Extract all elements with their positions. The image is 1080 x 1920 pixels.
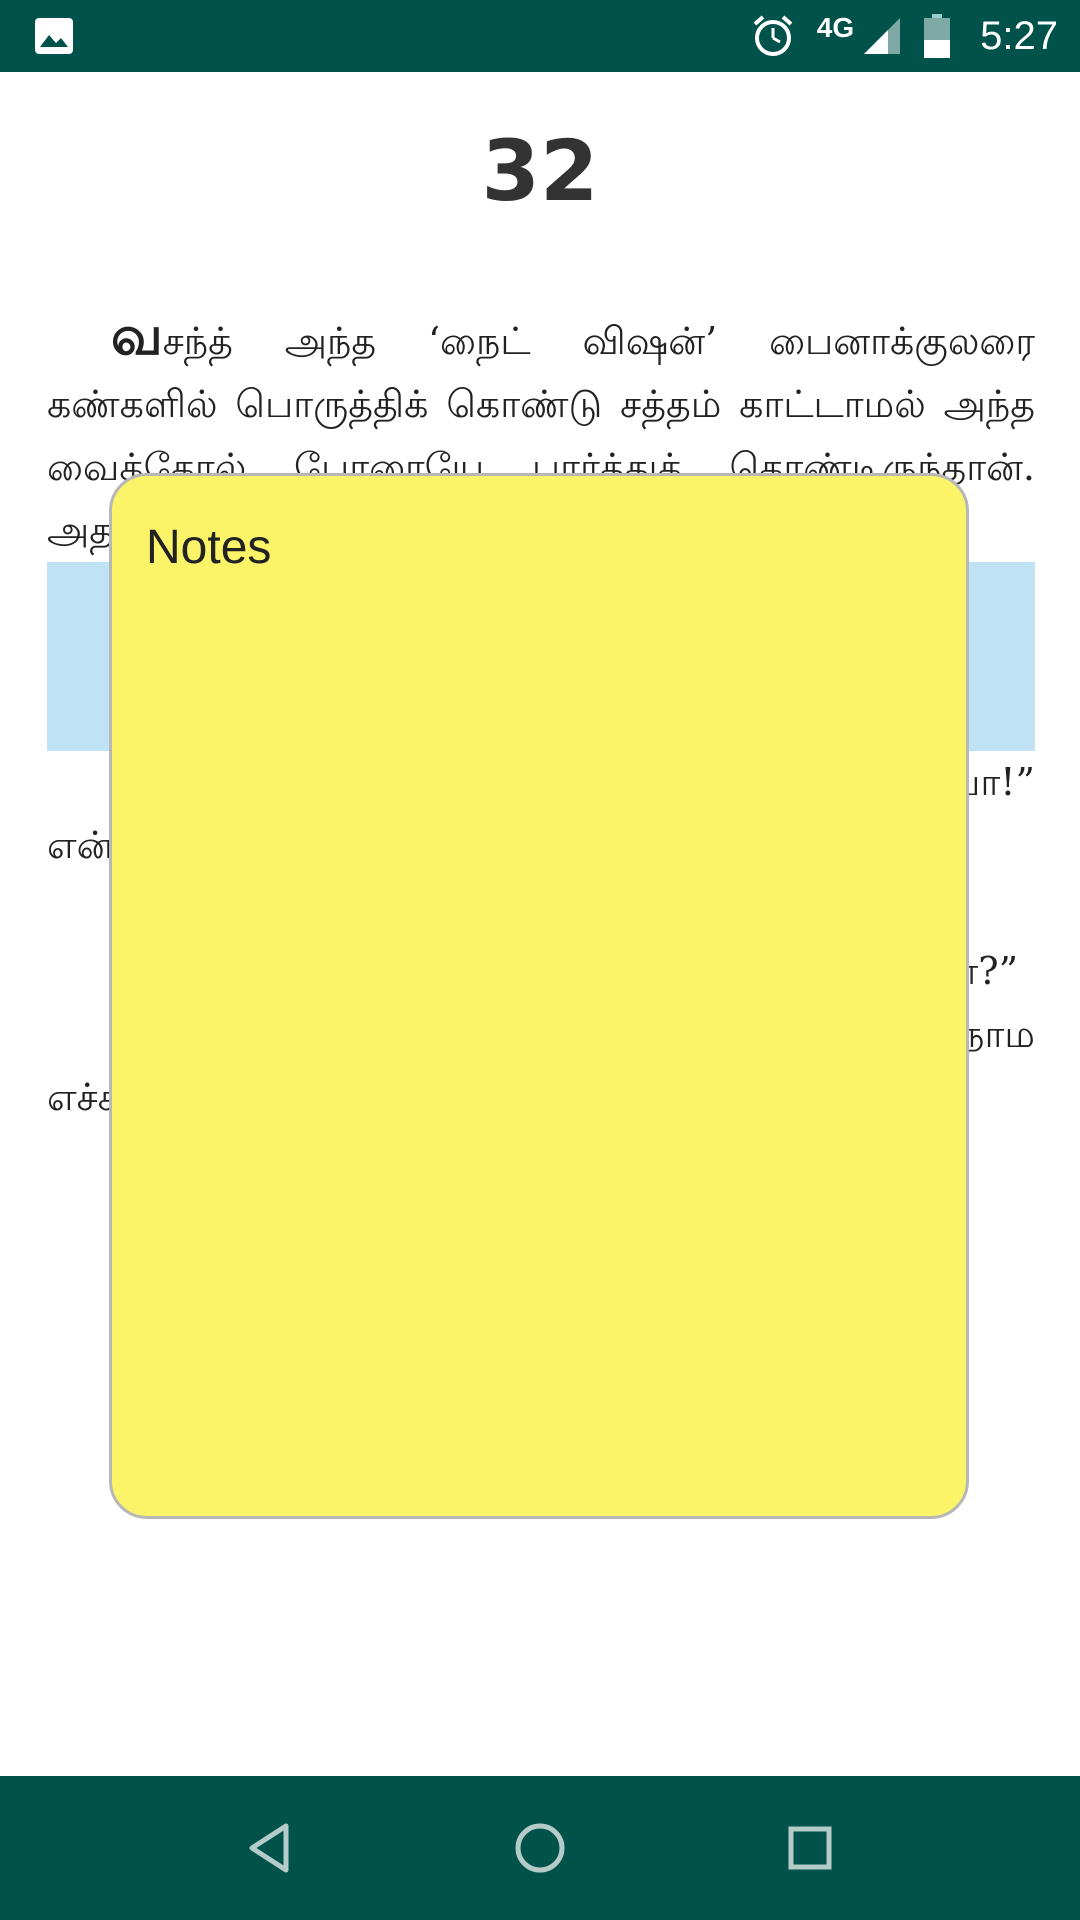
clock: 5:27: [980, 13, 1058, 58]
alarm-icon: [753, 15, 793, 56]
image-icon: [35, 18, 73, 54]
notes-title: Notes: [146, 521, 272, 574]
navigation-bar: [0, 1776, 1080, 1920]
notes-popup[interactable]: Notes: [109, 473, 969, 1519]
chapter-number: 32: [481, 122, 599, 220]
battery-icon: [924, 14, 951, 58]
network-type: 4G: [816, 12, 855, 43]
status-bar: 4G 5:27: [0, 0, 1080, 72]
back-triangle-icon[interactable]: [238, 1816, 302, 1880]
recents-square-icon[interactable]: [778, 1816, 842, 1880]
home-circle-icon[interactable]: [508, 1816, 572, 1880]
status-icons: 4G 5:27: [751, 0, 1058, 72]
drop-cap: வ: [111, 303, 163, 367]
cell-signal-icon: [864, 18, 901, 54]
